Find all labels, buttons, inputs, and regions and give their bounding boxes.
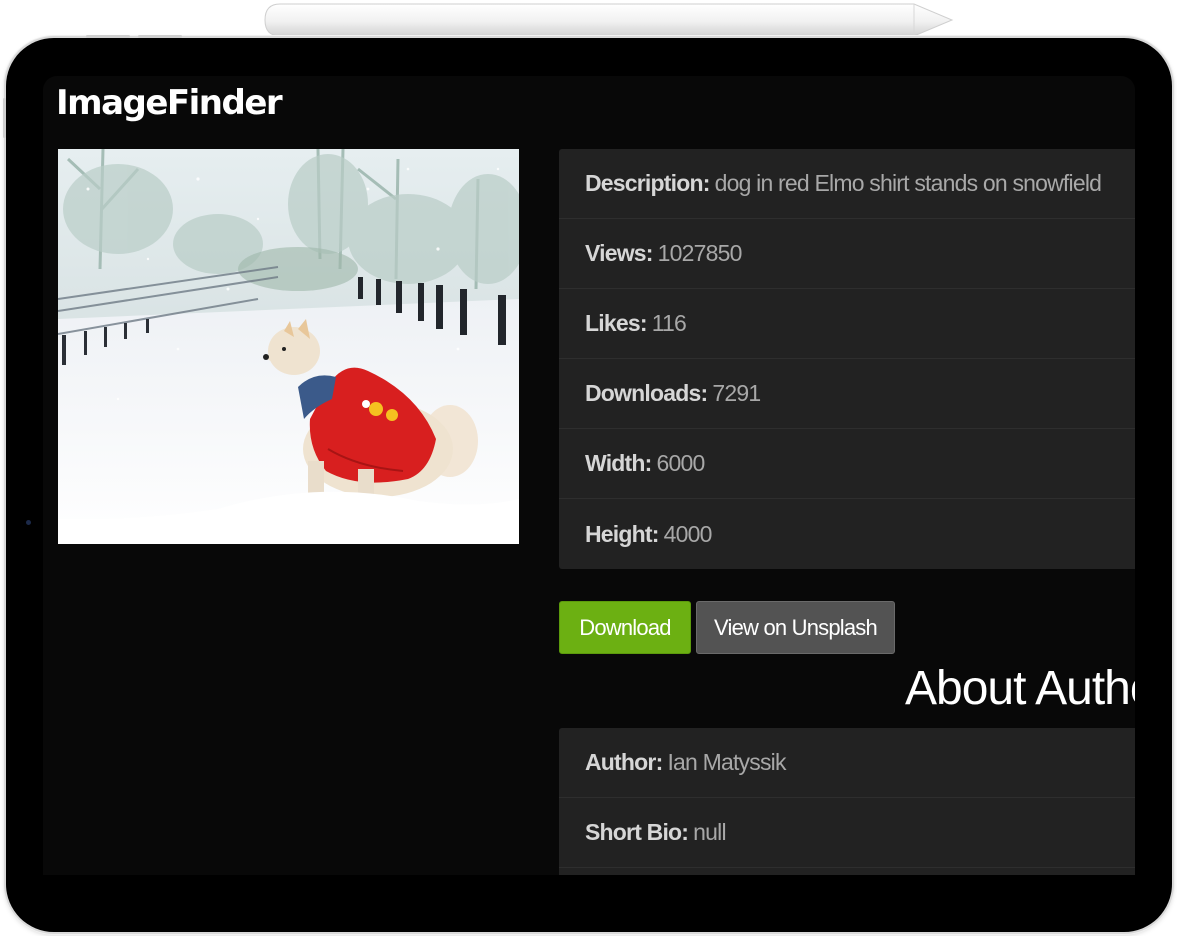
detail-label: Height:: [585, 520, 659, 547]
power-button: [3, 98, 6, 138]
detail-row-width: Width: 6000: [559, 429, 1135, 499]
detail-label: Width:: [585, 450, 652, 476]
volume-button: [138, 35, 182, 38]
detail-label: Views:: [585, 240, 653, 266]
detail-label: Description:: [585, 170, 710, 196]
detail-value: 1027850: [657, 240, 743, 266]
detail-row-views: Views: 1027850: [559, 219, 1135, 289]
detail-value: 4000: [663, 520, 713, 547]
author-label: Author:: [585, 749, 663, 775]
detail-label: Downloads:: [585, 380, 708, 406]
volume-button: [86, 35, 130, 38]
detail-row-downloads: Downloads: 7291: [559, 359, 1135, 429]
view-on-unsplash-button[interactable]: View on Unsplash: [696, 601, 895, 654]
detail-row-height: Height: 4000: [559, 499, 1135, 569]
author-row-name: Author: Ian Matyssik: [559, 728, 1135, 798]
author-row-bio: Short Bio: null: [559, 798, 1135, 868]
detail-value: 116: [651, 310, 687, 336]
detail-label: Likes:: [585, 310, 647, 336]
detail-row-description: Description: dog in red Elmo shirt stand…: [559, 149, 1135, 219]
author-value: null: [693, 819, 726, 845]
detail-value: dog in red Elmo shirt stands on snowfiel…: [714, 170, 1102, 196]
about-author-heading: About Author: [905, 662, 1135, 715]
author-details-table: Author: Ian Matyssik Short Bio: null: [559, 728, 1135, 875]
author-row-more: [559, 868, 1135, 875]
app-title[interactable]: ImageFinder: [56, 80, 283, 126]
detail-value: 6000: [656, 450, 706, 476]
detail-row-likes: Likes: 116: [559, 289, 1135, 359]
app-screen: ImageFinder Description: dog in red Elmo…: [43, 76, 1135, 875]
stylus-pencil-icon: [264, 3, 954, 37]
selected-photo[interactable]: [58, 149, 519, 544]
download-button[interactable]: Download: [559, 601, 691, 654]
author-value: Ian Matyssik: [667, 749, 786, 775]
front-camera-icon: [26, 520, 31, 525]
image-details-table: Description: dog in red Elmo shirt stand…: [559, 149, 1135, 569]
detail-value: 7291: [712, 380, 761, 406]
author-label: Short Bio:: [585, 819, 689, 845]
